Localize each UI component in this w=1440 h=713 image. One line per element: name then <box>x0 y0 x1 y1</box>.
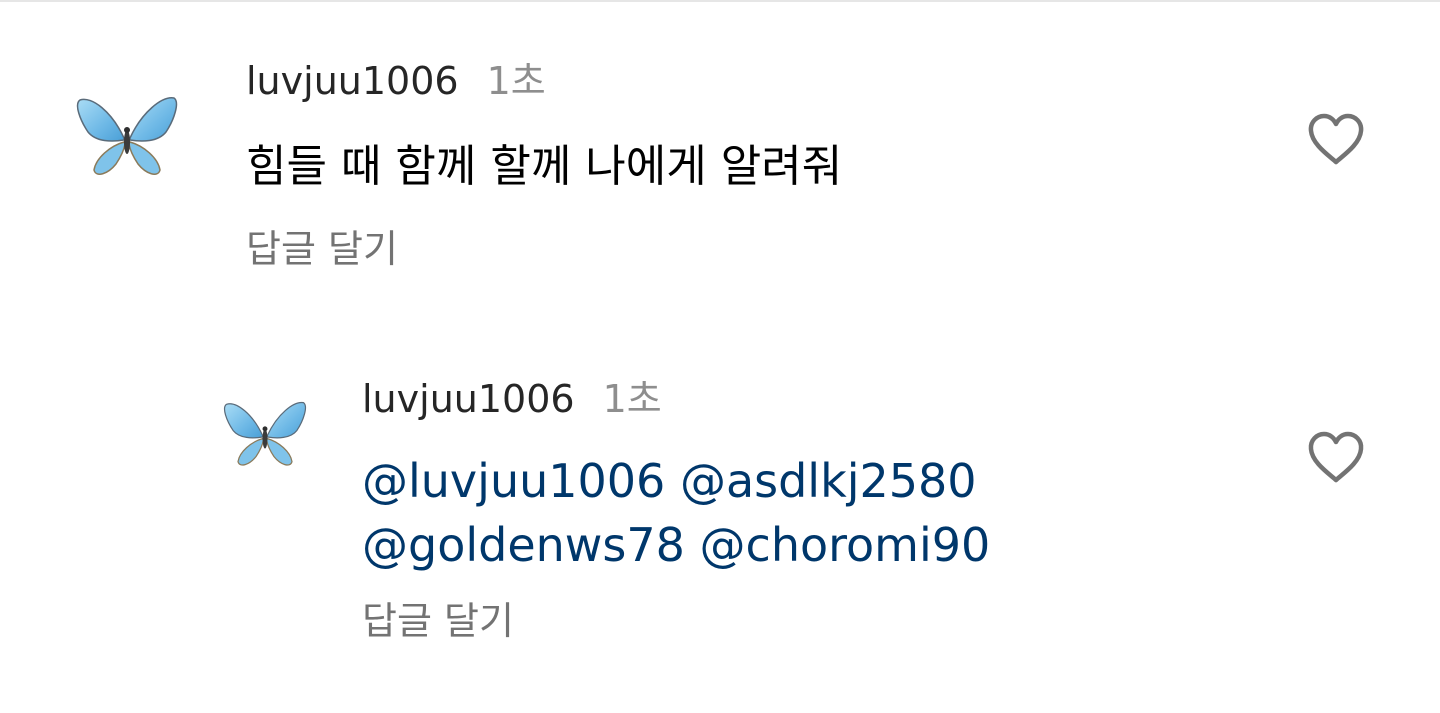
avatar[interactable] <box>220 396 310 478</box>
reply-item: luvjuu1006 1초 @luvjuu1006 @asdlkj2580 @go… <box>0 300 1440 713</box>
username[interactable]: luvjuu1006 <box>246 59 459 103</box>
like-button[interactable] <box>1306 112 1366 168</box>
username[interactable]: luvjuu1006 <box>362 377 575 421</box>
mention-link[interactable]: @luvjuu1006 <box>362 454 665 508</box>
reply-text-line-1: @luvjuu1006 @asdlkj2580 <box>362 450 977 512</box>
like-button[interactable] <box>1306 430 1366 486</box>
heart-outline-icon <box>1308 113 1364 165</box>
mention-link[interactable]: @choromi90 <box>700 518 991 572</box>
heart-outline-icon <box>1308 431 1364 483</box>
comment-text: 힘들 때 함께 할께 나에게 알려줘 <box>246 141 843 192</box>
reply-button[interactable]: 답글 달기 <box>362 598 514 644</box>
reply-header: luvjuu1006 1초 <box>362 376 662 422</box>
comment-item: luvjuu1006 1초 힘들 때 함께 할께 나에게 알려줘 답글 달기 <box>0 0 1440 300</box>
reply-button[interactable]: 답글 달기 <box>246 226 398 272</box>
butterfly-icon <box>223 402 307 466</box>
mention-link[interactable]: @asdlkj2580 <box>680 454 977 508</box>
reply-text-line-2: @goldenws78 @choromi90 <box>362 514 990 576</box>
butterfly-icon <box>76 97 178 175</box>
mention-link[interactable]: @goldenws78 <box>362 518 685 572</box>
timestamp: 1초 <box>602 377 662 421</box>
comment-header: luvjuu1006 1초 <box>246 58 546 104</box>
avatar[interactable] <box>72 90 182 190</box>
timestamp: 1초 <box>486 59 546 103</box>
